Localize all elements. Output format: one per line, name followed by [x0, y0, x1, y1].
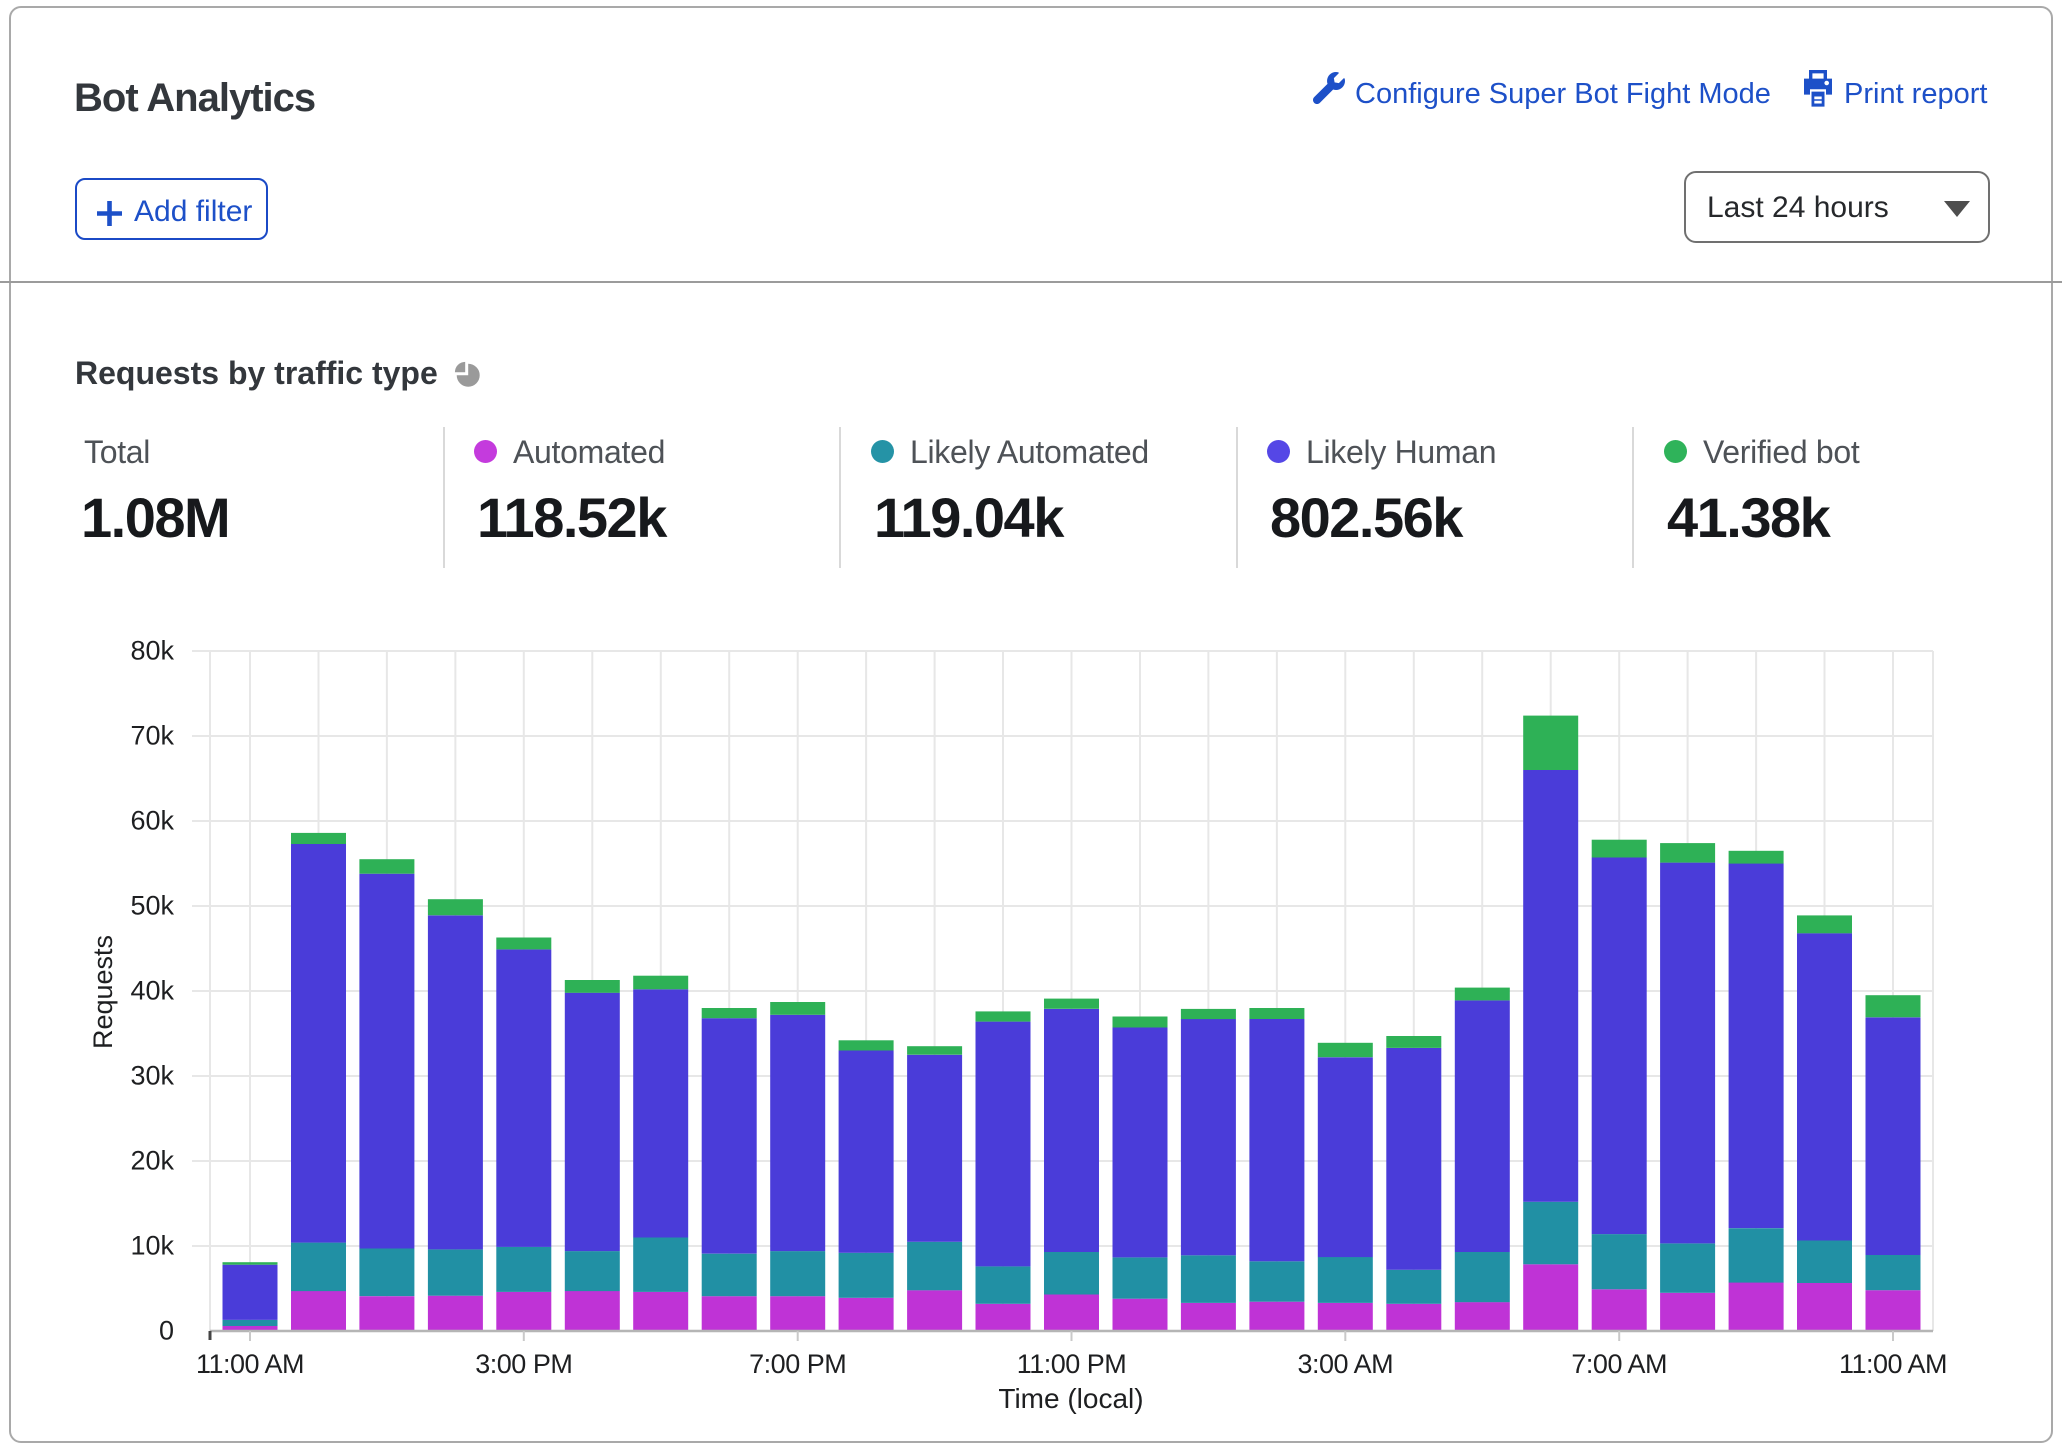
svg-text:30k: 30k: [130, 1061, 174, 1091]
svg-text:11:00 AM: 11:00 AM: [196, 1349, 304, 1379]
svg-text:80k: 80k: [130, 636, 174, 666]
svg-text:3:00 PM: 3:00 PM: [475, 1349, 572, 1379]
svg-text:11:00 PM: 11:00 PM: [1017, 1349, 1127, 1379]
svg-text:Time (local): Time (local): [998, 1383, 1143, 1414]
svg-text:70k: 70k: [130, 721, 174, 751]
svg-text:20k: 20k: [130, 1146, 174, 1176]
svg-text:3:00 AM: 3:00 AM: [1298, 1349, 1394, 1379]
svg-text:10k: 10k: [130, 1231, 174, 1261]
svg-text:7:00 AM: 7:00 AM: [1571, 1349, 1667, 1379]
svg-text:7:00 PM: 7:00 PM: [749, 1349, 846, 1379]
svg-text:50k: 50k: [130, 891, 174, 921]
svg-text:60k: 60k: [130, 806, 174, 836]
svg-text:0: 0: [159, 1316, 174, 1346]
svg-text:11:00 AM: 11:00 AM: [1839, 1349, 1947, 1379]
svg-text:Requests: Requests: [88, 935, 118, 1049]
svg-text:40k: 40k: [130, 976, 174, 1006]
